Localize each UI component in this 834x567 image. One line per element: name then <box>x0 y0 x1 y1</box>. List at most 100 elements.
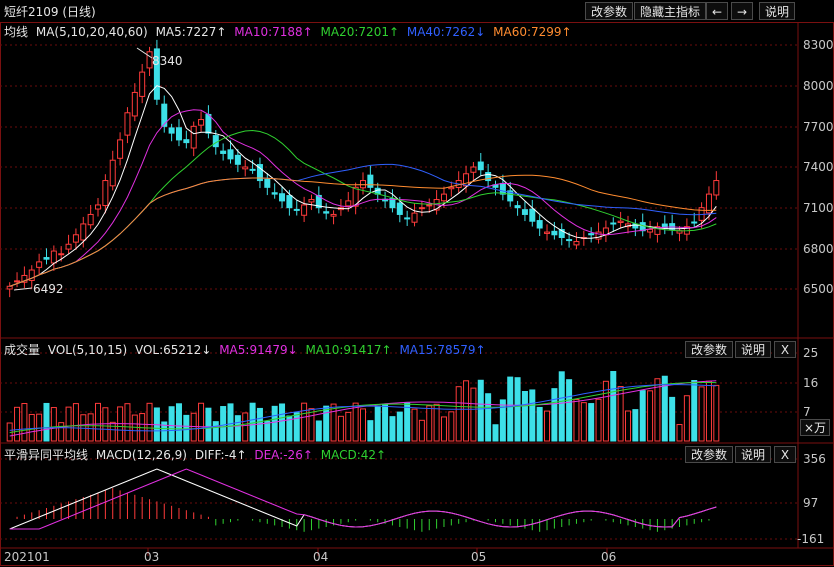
volume-bar <box>507 376 514 442</box>
candle-body <box>440 193 447 202</box>
candle-body <box>198 119 205 126</box>
diff-value: DIFF:-4↑ <box>194 448 247 462</box>
volume-bar <box>315 420 322 442</box>
volume-bar <box>389 416 396 442</box>
volume-bar <box>580 402 587 442</box>
volume-bar <box>411 408 418 442</box>
volume-bar <box>440 416 447 442</box>
candle-body <box>124 112 131 136</box>
candle-body <box>499 182 506 195</box>
volume-help-button[interactable]: 说明 <box>735 341 772 358</box>
candle-body <box>183 139 190 144</box>
volume-bar <box>499 399 506 442</box>
x-label-05: 05 <box>471 550 487 564</box>
candle-body <box>43 257 50 260</box>
candle-body <box>470 166 477 173</box>
candle-body <box>426 204 433 207</box>
candle-body <box>72 234 79 243</box>
volume-bar <box>632 409 639 442</box>
candle-body <box>102 180 109 207</box>
volume-bar <box>529 389 536 442</box>
volume-bar <box>470 387 477 442</box>
volume-close-button[interactable]: X <box>774 341 796 358</box>
y-tick-7700: 7700 <box>803 120 834 134</box>
candle-body <box>279 193 286 202</box>
candle-body <box>551 230 558 236</box>
candle-body <box>175 127 182 141</box>
volume-bar <box>21 403 28 442</box>
volume-bar <box>190 412 197 442</box>
volume-bar <box>249 402 256 442</box>
ma-legend-name: 均线 <box>4 25 29 39</box>
volume-bar <box>58 422 65 442</box>
candle-body <box>58 253 65 256</box>
macd-help-button[interactable]: 说明 <box>735 446 772 463</box>
candle-body <box>168 127 175 134</box>
y-tick-8300: 8300 <box>803 38 834 52</box>
macd-legend-params: MACD(12,26,9) <box>95 448 187 462</box>
volume-bar <box>175 403 182 442</box>
macd-params-button[interactable]: 改参数 <box>685 446 734 463</box>
macd-legend: 平滑异同平均线 MACD(12,26,9) DIFF:-4↑ DEA:-26↑ … <box>4 446 390 463</box>
volume-bar <box>14 406 21 442</box>
volume-bar <box>95 402 102 442</box>
volume-legend-name: 成交量 <box>4 343 41 357</box>
x-label-03: 03 <box>144 550 160 564</box>
candle-body <box>573 241 580 246</box>
candle-body <box>139 71 146 97</box>
kline-chart-canvas[interactable] <box>0 0 834 567</box>
x-label-06: 06 <box>601 550 617 564</box>
volume-bar <box>426 405 433 442</box>
volume-bar <box>396 411 403 442</box>
volume-bar <box>308 408 315 442</box>
volume-bar <box>212 421 219 442</box>
volume-legend-params: VOL(5,10,15) <box>47 343 128 357</box>
volume-bar <box>514 377 521 442</box>
volume-bar <box>50 407 57 442</box>
volume-unit-label: ×万 <box>800 419 830 436</box>
volume-bar <box>28 413 35 442</box>
volume-bar <box>433 403 440 442</box>
vol-ma10-value: MA10:91417↑ <box>305 343 392 357</box>
y-tick-7400: 7400 <box>803 160 834 174</box>
volume-bar <box>345 411 352 442</box>
candle-body <box>234 154 241 165</box>
volume-bar <box>691 380 698 442</box>
candle-body <box>80 223 87 241</box>
candle-body <box>448 186 455 190</box>
macd-close-button[interactable]: X <box>774 446 796 463</box>
volume-bar <box>485 393 492 442</box>
macd-tick-356: 356 <box>803 452 826 466</box>
candle-body <box>477 161 484 171</box>
candle-body <box>566 239 573 242</box>
candle-body <box>411 212 418 223</box>
volume-bar <box>227 403 234 442</box>
ma5-value: MA5:7227↑ <box>155 25 227 39</box>
candle-body <box>647 228 654 233</box>
candle-body <box>95 204 102 210</box>
volume-bar <box>360 408 366 442</box>
volume-bar <box>544 410 551 442</box>
volume-bar <box>301 402 308 442</box>
volume-bar <box>595 398 602 442</box>
volume-bar <box>352 402 359 442</box>
volume-bar <box>705 380 712 442</box>
volume-bar <box>374 405 381 442</box>
candle-body <box>271 192 278 195</box>
volume-bar <box>463 380 470 442</box>
candle-body <box>514 205 521 209</box>
volume-bar <box>573 398 580 442</box>
macd-tick-97: 97 <box>803 496 819 510</box>
candle-body <box>264 179 271 188</box>
volume-bar <box>264 420 271 442</box>
macd-legend-name: 平滑异同平均线 <box>4 448 89 462</box>
volume-bar <box>654 378 661 442</box>
y-tick-8000: 8000 <box>803 79 834 93</box>
volume-bar <box>330 403 337 442</box>
volume-bar <box>293 412 300 442</box>
candle-body <box>14 280 21 283</box>
volume-params-button[interactable]: 改参数 <box>685 341 734 358</box>
volume-bar <box>279 403 286 442</box>
volume-bar <box>477 379 484 442</box>
volume-bar <box>676 424 683 442</box>
